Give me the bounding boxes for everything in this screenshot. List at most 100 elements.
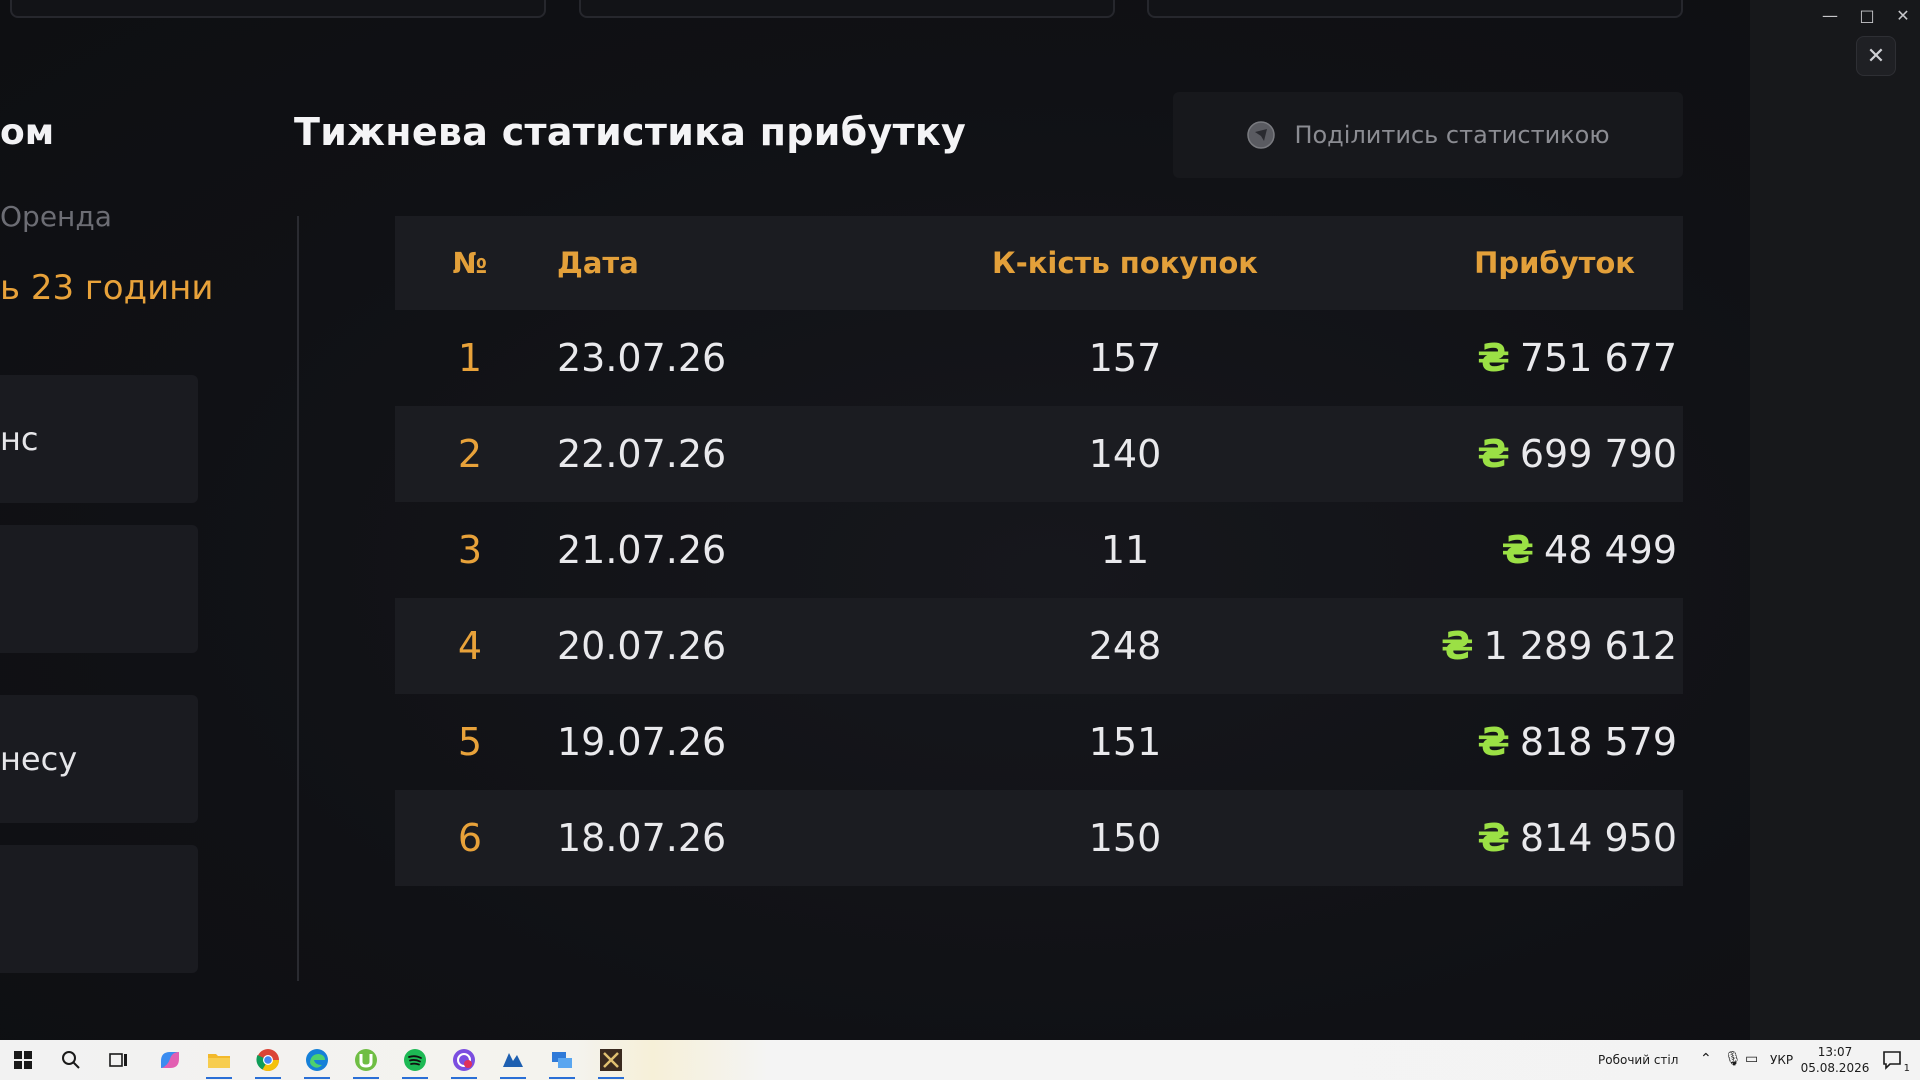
profit-value: 751 677	[1519, 336, 1677, 380]
chevron-up-icon[interactable]: ⌃	[1700, 1051, 1712, 1067]
hryvnia-icon: ₴	[1440, 624, 1474, 668]
row-profit: ₴ 1 289 612	[1375, 624, 1683, 668]
table-row: 1 23.07.26 157 ₴ 751 677	[395, 310, 1683, 406]
hryvnia-icon: ₴	[1477, 432, 1510, 476]
row-profit: ₴ 818 579	[1375, 720, 1683, 764]
left-panel-time: ь 23 години	[0, 268, 214, 308]
active-indicator	[549, 1077, 575, 1079]
file-explorer-icon[interactable]	[204, 1046, 234, 1079]
row-date: 22.07.26	[557, 432, 727, 476]
windows-start-icon[interactable]	[8, 1046, 38, 1074]
game-window-icon[interactable]	[596, 1046, 626, 1079]
row-num: 1	[457, 336, 483, 380]
right-backdrop	[1750, 0, 1920, 1040]
row-num: 6	[457, 816, 483, 860]
utorrent-icon[interactable]	[351, 1046, 381, 1079]
row-profit: ₴ 699 790	[1375, 432, 1683, 476]
row-count: 151	[1088, 720, 1162, 764]
row-count: 248	[1088, 624, 1162, 668]
language-indicator[interactable]: УКР	[1770, 1053, 1793, 1067]
profit-value: 1 289 612	[1483, 624, 1677, 668]
launcher-icon[interactable]	[498, 1046, 528, 1079]
clock[interactable]: 13:07 05.08.2026	[1800, 1044, 1870, 1076]
table-row: 3 21.07.26 11 ₴ 48 499	[395, 502, 1683, 598]
taskbar: Робочий стіл ⌃ 🎙 ▭ УКР 13:07 05.08.2026 …	[0, 1040, 1920, 1080]
table-row: 5 19.07.26 151 ₴ 818 579	[395, 694, 1683, 790]
row-profit: ₴ 814 950	[1375, 816, 1683, 860]
chrome-icon[interactable]	[253, 1046, 283, 1079]
left-panel-subtitle: Оренда	[0, 200, 112, 233]
app-window: ом Оренда ь 23 години нс несу Тижнева ст…	[0, 0, 1750, 1040]
close-icon: ✕	[1866, 43, 1886, 69]
top-card-2[interactable]	[579, 0, 1115, 18]
row-date: 20.07.26	[557, 624, 727, 668]
overlay-close-button[interactable]: ✕	[1856, 36, 1896, 76]
header-profit: Прибуток	[1474, 246, 1635, 280]
hryvnia-icon: ₴	[1477, 720, 1510, 764]
profit-value: 48 499	[1544, 528, 1677, 572]
share-stats-button[interactable]: Поділитись статистикою	[1173, 92, 1683, 178]
edge-icon[interactable]	[302, 1046, 332, 1079]
row-profit: ₴ 751 677	[1375, 336, 1683, 380]
remote-desktop-icon[interactable]	[547, 1046, 577, 1079]
game-app-icon[interactable]	[449, 1046, 479, 1079]
copilot-icon[interactable]	[155, 1046, 185, 1074]
left-card-2[interactable]	[0, 525, 198, 653]
table-row: 4 20.07.26 248 ₴ 1 289 612	[395, 598, 1683, 694]
microphone-icon[interactable]: 🎙	[1724, 1051, 1742, 1067]
left-card-1[interactable]: нс	[0, 375, 198, 503]
profit-value: 699 790	[1519, 432, 1677, 476]
minimize-button[interactable]: —	[1815, 6, 1845, 26]
profit-value: 814 950	[1519, 816, 1677, 860]
table-header: № Дата К-кість покупок Прибуток	[395, 216, 1683, 310]
desktop-label[interactable]: Робочий стіл	[1598, 1053, 1678, 1067]
page-title: Тижнева статистика прибутку	[294, 110, 967, 154]
table-row: 6 18.07.26 150 ₴ 814 950	[395, 790, 1683, 886]
hryvnia-icon: ₴	[1501, 528, 1535, 572]
active-indicator	[206, 1077, 232, 1079]
notification-icon[interactable]: 1	[1878, 1046, 1910, 1074]
row-num: 2	[457, 432, 483, 476]
left-card-label: нс	[0, 420, 39, 458]
top-card-3[interactable]	[1147, 0, 1683, 18]
left-card-4[interactable]	[0, 845, 198, 973]
panel-divider	[297, 216, 299, 981]
active-indicator	[598, 1077, 624, 1079]
table-row: 2 22.07.26 140 ₴ 699 790	[395, 406, 1683, 502]
active-indicator	[500, 1077, 526, 1079]
share-label: Поділитись статистикою	[1294, 121, 1610, 149]
row-date: 23.07.26	[557, 336, 727, 380]
row-count: 157	[1088, 336, 1162, 380]
share-icon	[1246, 120, 1276, 150]
battery-icon[interactable]: ▭	[1745, 1051, 1758, 1067]
left-panel-heading: ом	[0, 112, 55, 153]
maximize-button[interactable]: □	[1852, 6, 1882, 26]
row-profit: ₴ 48 499	[1375, 528, 1683, 572]
left-card-3[interactable]: несу	[0, 695, 198, 823]
row-count: 140	[1088, 432, 1162, 476]
active-indicator	[402, 1077, 428, 1079]
spotify-icon[interactable]	[400, 1046, 430, 1079]
notification-count: 1	[1903, 1063, 1910, 1074]
clock-date: 05.08.2026	[1800, 1061, 1870, 1075]
header-date: Дата	[557, 246, 639, 280]
header-num: №	[452, 246, 488, 280]
active-indicator	[304, 1077, 330, 1079]
stats-table: № Дата К-кість покупок Прибуток 1 23.07.…	[395, 216, 1683, 886]
clock-time: 13:07	[1817, 1045, 1853, 1059]
search-icon[interactable]	[56, 1046, 86, 1074]
active-indicator	[255, 1077, 281, 1079]
header-count: К-кість покупок	[992, 246, 1258, 280]
window-close-button[interactable]: ✕	[1888, 6, 1918, 26]
profit-value: 818 579	[1519, 720, 1677, 764]
task-view-icon[interactable]	[104, 1046, 134, 1074]
top-card-1[interactable]	[10, 0, 546, 18]
left-card-label: несу	[0, 740, 78, 778]
active-indicator	[353, 1077, 379, 1079]
row-num: 4	[457, 624, 483, 668]
row-count: 11	[1100, 528, 1150, 572]
hryvnia-icon: ₴	[1477, 336, 1510, 380]
hryvnia-icon: ₴	[1477, 816, 1510, 860]
active-indicator	[451, 1077, 477, 1079]
row-count: 150	[1088, 816, 1162, 860]
